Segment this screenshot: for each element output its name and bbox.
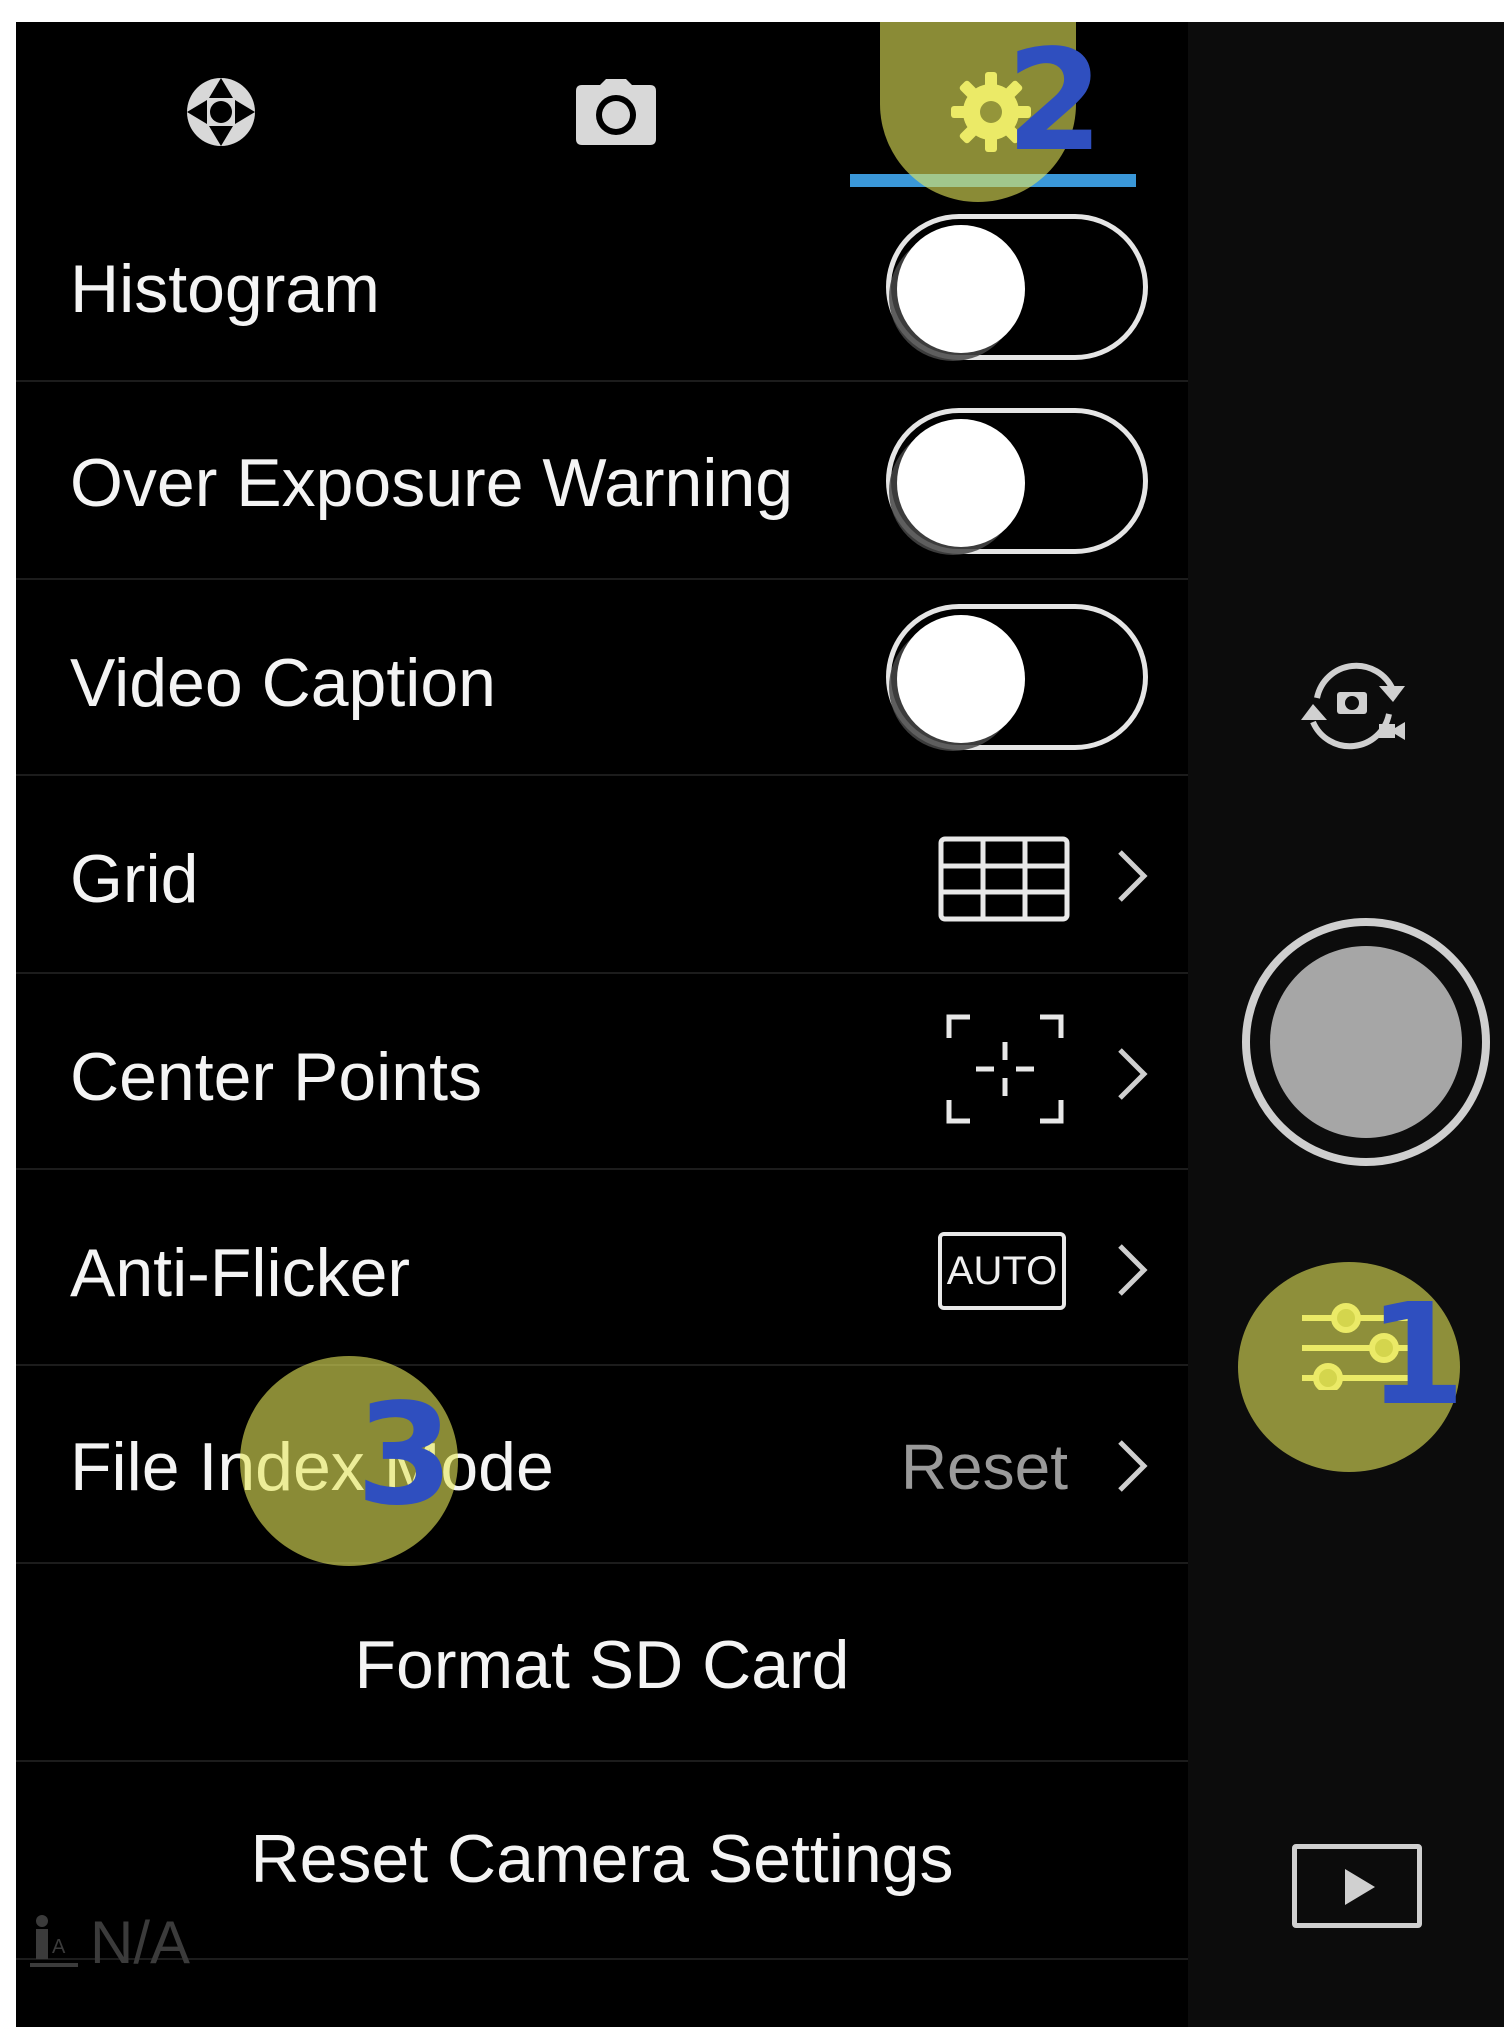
video-caption-toggle[interactable] <box>886 604 1148 750</box>
playback-button[interactable] <box>1292 1844 1422 1928</box>
setting-row-video-caption: Video Caption <box>16 580 1188 776</box>
toggle-knob <box>897 225 1025 353</box>
tab-camera[interactable] <box>566 62 666 162</box>
anti-flicker-label: Anti-Flicker <box>70 1235 411 1311</box>
over-exposure-toggle[interactable] <box>886 408 1148 554</box>
watermark: A N/A <box>30 1908 190 1977</box>
over-exposure-label: Over Exposure Warning <box>70 445 794 521</box>
toggle-knob <box>897 615 1025 743</box>
reset-camera-settings-button[interactable]: Reset Camera Settings <box>16 1762 1188 1960</box>
aperture-icon <box>187 78 255 146</box>
toggle-knob <box>897 419 1025 547</box>
setting-row-histogram: Histogram <box>16 192 1188 382</box>
settings-panel: Histogram Over Exposure Warning Video Ca… <box>16 22 1188 2027</box>
play-icon <box>1345 1869 1375 1905</box>
camera-screen: Histogram Over Exposure Warning Video Ca… <box>16 22 1504 2027</box>
marker-1: 1 <box>1368 1274 1466 1437</box>
chevron-right-icon <box>1118 1440 1148 1492</box>
camera-control-sidebar <box>1188 22 1504 2027</box>
setting-row-over-exposure: Over Exposure Warning <box>16 382 1188 580</box>
camera-icon <box>576 79 656 145</box>
shutter-inner <box>1270 946 1462 1138</box>
chevron-right-icon <box>1118 850 1148 902</box>
format-sd-card-label: Format SD Card <box>354 1627 850 1703</box>
person-icon: A <box>30 1914 78 1967</box>
svg-text:A: A <box>52 1936 66 1958</box>
center-points-icon <box>946 1014 1064 1124</box>
shutter-button[interactable] <box>1242 918 1490 1166</box>
chevron-right-icon <box>1118 1244 1148 1296</box>
setting-row-file-index-mode[interactable]: File Index Mode Reset <box>16 1366 1188 1564</box>
grid-label: Grid <box>70 841 199 917</box>
histogram-toggle[interactable] <box>886 214 1148 360</box>
marker-2: 2 <box>1006 22 1104 183</box>
histogram-label: Histogram <box>70 251 380 327</box>
setting-row-grid[interactable]: Grid <box>16 776 1188 974</box>
grid-icon <box>938 836 1070 922</box>
setting-row-center-points[interactable]: Center Points <box>16 974 1188 1170</box>
marker-3: 3 <box>356 1374 454 1537</box>
photo-video-switch-icon[interactable] <box>1293 650 1413 762</box>
file-index-mode-value: Reset <box>900 1431 1068 1503</box>
video-caption-label: Video Caption <box>70 645 496 721</box>
tab-exposure[interactable] <box>171 62 271 162</box>
format-sd-card-button[interactable]: Format SD Card <box>16 1564 1188 1762</box>
setting-row-anti-flicker[interactable]: Anti-Flicker AUTO <box>16 1170 1188 1366</box>
reset-camera-settings-label: Reset Camera Settings <box>250 1821 954 1897</box>
chevron-right-icon <box>1118 1048 1148 1100</box>
anti-flicker-auto-badge: AUTO <box>938 1232 1066 1310</box>
watermark-text: N/A <box>90 1909 191 1976</box>
center-points-label: Center Points <box>70 1039 482 1115</box>
